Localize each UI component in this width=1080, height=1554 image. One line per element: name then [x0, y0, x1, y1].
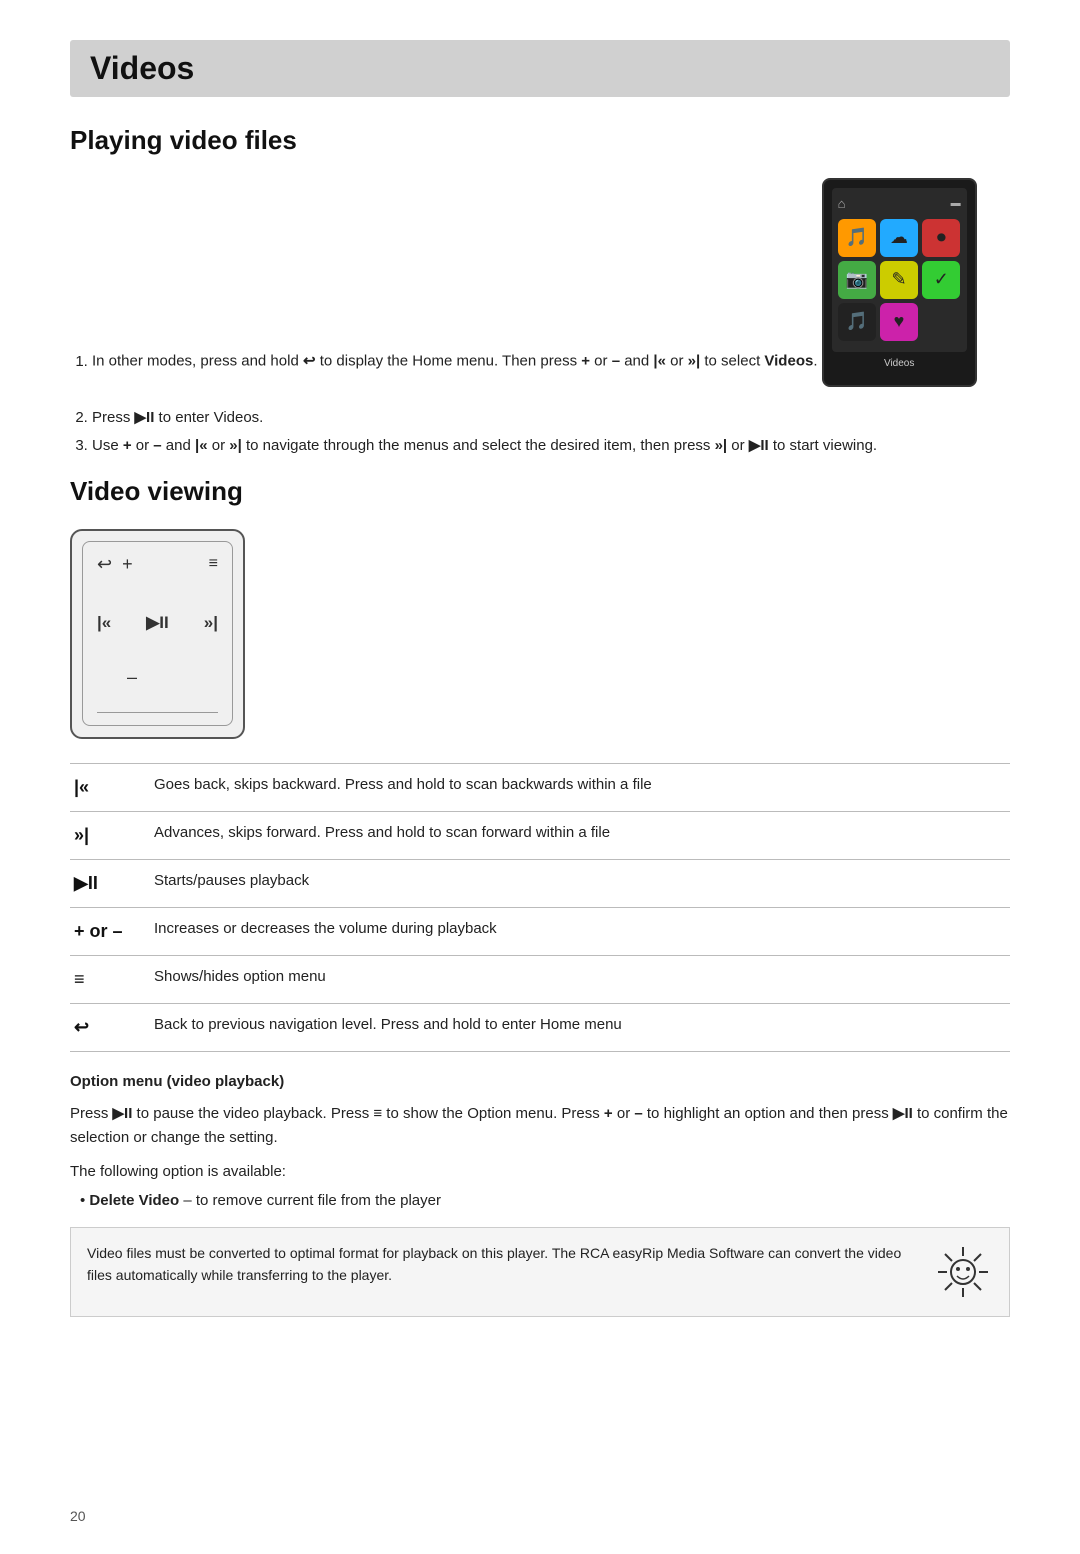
description-cell: Shows/hides option menu [150, 955, 1010, 1003]
table-row: ≡ Shows/hides option menu [70, 955, 1010, 1003]
playpause-symbol: ▶II [146, 613, 169, 633]
device-bottom-line [97, 712, 218, 713]
step-3: Use + or – and |« or »| to navigate thro… [92, 435, 1010, 458]
symbol-cell: |« [70, 763, 150, 811]
table-row: »| Advances, skips forward. Press and ho… [70, 811, 1010, 859]
section-viewing-heading: Video viewing [70, 476, 1010, 507]
description-cell: Advances, skips forward. Press and hold … [150, 811, 1010, 859]
table-row: + or – Increases or decreases the volume… [70, 907, 1010, 955]
description-cell: Increases or decreases the volume during… [150, 907, 1010, 955]
home-icon: ⌂ [838, 194, 846, 214]
step-1: In other modes, press and hold ↩ to disp… [92, 168, 1010, 401]
description-cell: Goes back, skips backward. Press and hol… [150, 763, 1010, 811]
option-available-label: The following option is available: [70, 1160, 1010, 1184]
symbol-cell: ↩ [70, 1003, 150, 1051]
controls-table: |« Goes back, skips backward. Press and … [70, 763, 1010, 1052]
bottom-row: – [127, 667, 218, 688]
middle-row: |« ▶II »| [97, 613, 218, 633]
description-cell: Starts/pauses playback [150, 859, 1010, 907]
grid-item-edit: ✎ [880, 261, 918, 299]
page: Videos Playing video files In other mode… [0, 0, 1080, 1554]
plus-symbol: + [122, 554, 133, 575]
grid-item-rec: ⏺ [922, 219, 960, 257]
symbol-cell: ≡ [70, 955, 150, 1003]
device-label: Videos [832, 356, 967, 371]
next-symbol: »| [204, 613, 218, 633]
page-title: Videos [90, 50, 990, 87]
sun-icon [933, 1242, 993, 1302]
description-cell: Back to previous navigation level. Press… [150, 1003, 1010, 1051]
grid-item-check: ✓ [922, 261, 960, 299]
title-banner: Videos [70, 40, 1010, 97]
symbol-cell: »| [70, 811, 150, 859]
option-menu-section: Option menu (video playback) Press ▶II t… [70, 1070, 1010, 1209]
prev-symbol: |« [97, 613, 111, 633]
option-menu-body: Press ▶II to pause the video playback. P… [70, 1102, 1010, 1150]
back-symbol: ↩ [97, 554, 112, 575]
option-menu-heading: Option menu (video playback) [70, 1070, 1010, 1094]
grid-item-music: 🎵 [838, 219, 876, 257]
option-list: Delete Video – to remove current file fr… [70, 1192, 1010, 1209]
symbol-cell: ▶II [70, 859, 150, 907]
table-row: ▶II Starts/pauses playback [70, 859, 1010, 907]
grid-item-heart: ♥ [880, 303, 918, 341]
symbol-cell: + or – [70, 907, 150, 955]
table-row: |« Goes back, skips backward. Press and … [70, 763, 1010, 811]
minus-symbol: – [127, 667, 137, 688]
page-number: 20 [70, 1508, 86, 1524]
option-list-item: Delete Video – to remove current file fr… [80, 1192, 1010, 1209]
grid-item-photo: 📷 [838, 261, 876, 299]
device-mockup: ⌂ ▬ 🎵 ☁ ⏺ 📷 ✎ ✓ 🎵 ♥ Videos [822, 178, 977, 387]
battery-icon: ▬ [951, 196, 961, 211]
device-grid: 🎵 ☁ ⏺ 📷 ✎ ✓ 🎵 ♥ [838, 219, 961, 341]
video-viewing-device: ↩ + ≡ |« ▶II »| – [70, 529, 245, 739]
grid-item-notes: 🎵 [838, 303, 876, 341]
info-box: Video files must be converted to optimal… [70, 1227, 1010, 1317]
table-row: ↩ Back to previous navigation level. Pre… [70, 1003, 1010, 1051]
grid-item-cloud: ☁ [880, 219, 918, 257]
playing-steps-list: In other modes, press and hold ↩ to disp… [70, 168, 1010, 458]
section-playing-heading: Playing video files [70, 125, 1010, 156]
info-box-text: Video files must be converted to optimal… [87, 1242, 917, 1287]
menu-symbol: ≡ [209, 555, 218, 573]
step-2: Press ▶II to enter Videos. [92, 407, 1010, 430]
top-row: ↩ + ≡ [97, 554, 218, 575]
